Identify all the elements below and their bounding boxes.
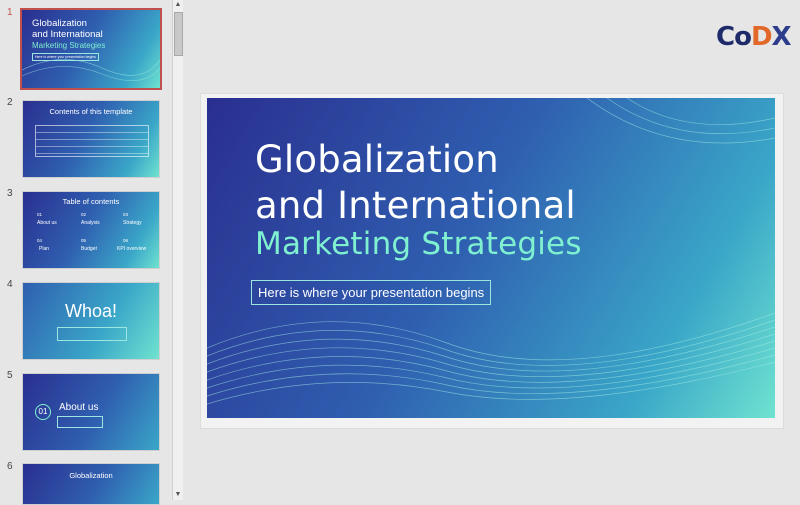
thumb-title-line-1: Globalization [32,18,87,29]
thumb-table [35,125,149,157]
slide-title-line-1[interactable]: Globalization [255,138,499,181]
slide-number-5: 5 [7,370,13,381]
toc-item-1: About us [37,220,57,226]
scroll-down-arrow-icon[interactable]: ▼ [173,490,183,500]
thumb-title: Whoa! [64,301,118,321]
slide-number-3: 3 [7,188,13,199]
toc-item-5: Budget [81,246,97,252]
thumb-title: About us [59,402,99,413]
toc-num-6: 06 [123,238,129,243]
slide-thumbnail-3[interactable]: Table of contents 01 About us 02 Analysi… [22,191,160,269]
slide-title-line-2[interactable]: and International [255,184,576,227]
toc-num-5: 05 [81,238,87,243]
toc-item-6: KPI overview [117,246,147,252]
scroll-up-arrow-icon[interactable]: ▲ [173,0,183,10]
slide-thumbnail-5[interactable]: 01 About us [22,373,160,451]
thumb-title: Table of contents [62,197,120,206]
slide-number-4: 4 [7,279,13,290]
toc-num-2: 02 [81,212,87,217]
slide-thumbnail-4[interactable]: Whoa! [22,282,160,360]
logo-part-2: D [750,22,773,52]
toc-item-2: Analysis [81,220,100,226]
toc-item-4: Plan [39,246,50,252]
logo-part-1: Co [716,22,752,52]
thumb-subtitle: Here is where your presentation begins [32,53,99,61]
slide-background [23,464,159,504]
slide-thumbnail-1[interactable]: Globalization and International Marketin… [20,8,162,90]
scrollbar-thumb[interactable] [174,12,183,56]
thumb-text-box [57,416,103,428]
thumbnail-scrollbar[interactable]: ▲ ▼ [172,0,183,500]
slide-thumbnail-6[interactable]: Globalization [22,463,160,505]
thumb-title: Globalization [69,471,113,480]
slide-number-1: 1 [7,7,13,18]
slide-number-6: 6 [7,461,13,472]
slide-subtitle-box[interactable]: Here is where your presentation begins [251,280,492,305]
toc-num-1: 01 [37,212,43,217]
thumb-title-line-2: and International [32,29,103,40]
main-slide[interactable]: Globalization and International Marketin… [207,98,775,418]
slide-number-2: 2 [7,97,13,108]
thumb-text-box [57,327,127,341]
thumb-title-line-3: Marketing Strategies [32,41,106,50]
toc-num-3: 03 [123,212,129,217]
slide-thumbnail-2[interactable]: Contents of this template [22,100,160,178]
slide-title-line-3[interactable]: Marketing Strategies [255,226,582,262]
toc-item-3: Strategy [123,220,142,226]
slide-thumbnail-pane[interactable]: 1 Globalization and International Market… [0,0,172,505]
brand-logo: CoDX [716,22,792,52]
thumb-title: Contents of this template [49,107,133,116]
logo-part-3: X [771,22,792,52]
thumb-badge: 01 [35,404,51,420]
toc-num-4: 04 [37,238,43,243]
